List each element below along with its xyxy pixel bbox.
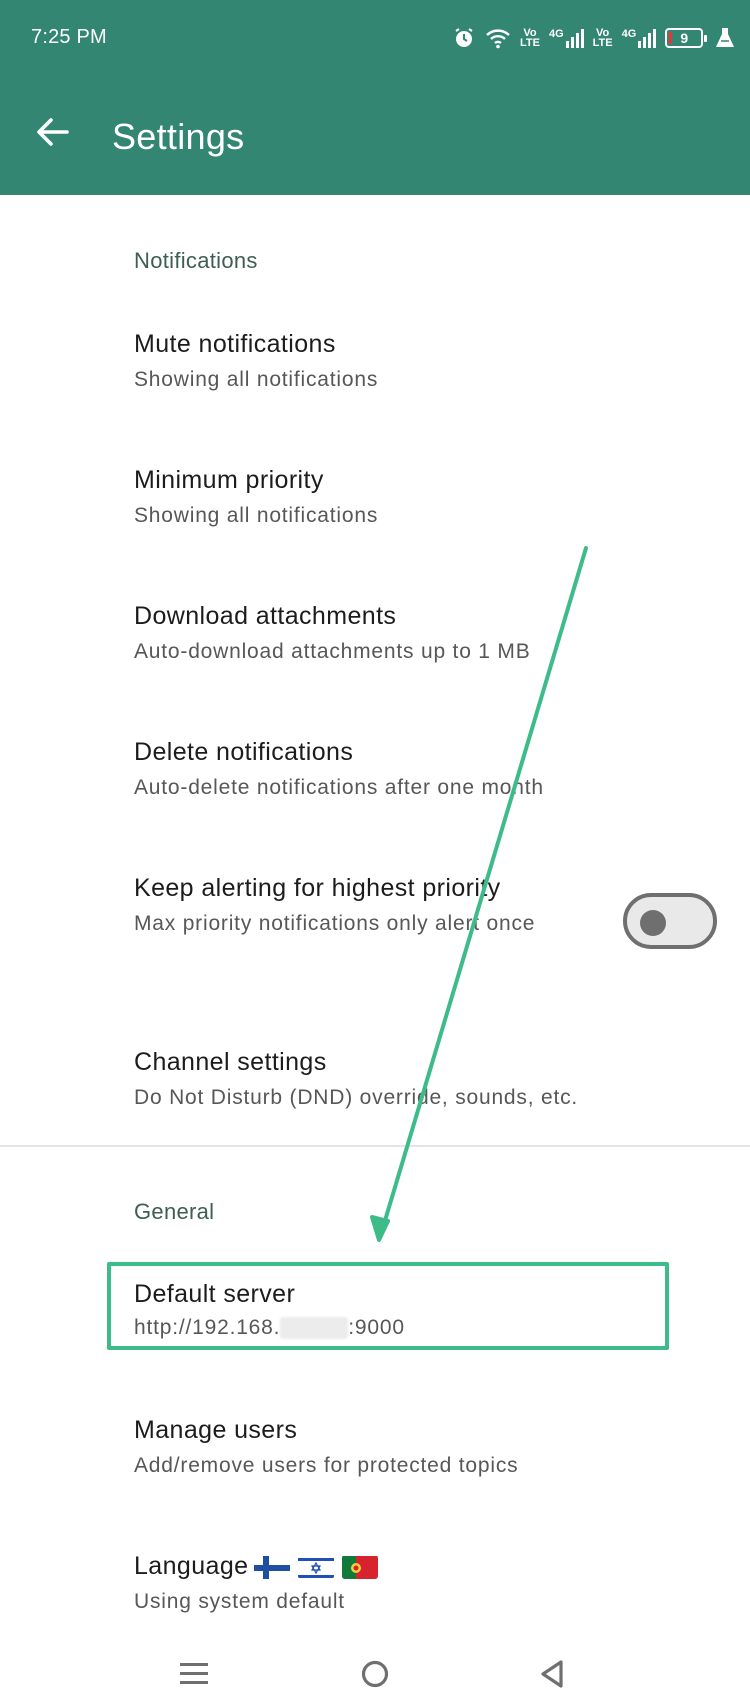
pref-delete-notifications[interactable]: Delete notifications Auto-delete notific… (134, 735, 694, 807)
back-triangle-icon[interactable] (530, 1652, 574, 1696)
pref-manage-users[interactable]: Manage users Add/remove users for protec… (134, 1413, 694, 1485)
home-icon[interactable] (353, 1652, 397, 1696)
pref-summary: Do Not Disturb (DND) override, sounds, e… (134, 1086, 579, 1109)
volte-icon: Vo LTE (592, 27, 613, 49)
pref-title: Channel settings (134, 1048, 327, 1076)
pref-summary: Max priority notifications only alert on… (134, 912, 536, 935)
arrow-left-icon (37, 118, 69, 146)
signal-icon: 4G (622, 28, 657, 48)
pref-title: Minimum priority (134, 466, 324, 494)
status-time: 7:25 PM (31, 26, 107, 48)
back-button[interactable] (30, 110, 74, 154)
pref-title: Download attachments (134, 602, 397, 630)
system-nav-bar (0, 1638, 750, 1708)
signal-icon: 4G (549, 28, 584, 48)
pref-title: Mute notifications (134, 330, 336, 358)
portugal-flag (342, 1555, 379, 1580)
alarm-icon (452, 26, 476, 50)
menu-icon[interactable] (172, 1652, 216, 1696)
section-header-general: General (134, 1199, 215, 1224)
section-header-notifications: Notifications (134, 248, 258, 273)
language-flags (254, 1555, 379, 1580)
pref-channel-settings[interactable]: Channel settings Do Not Disturb (DND) ov… (134, 1045, 694, 1117)
pref-summary: Auto-download attachments up to 1 MB (134, 640, 531, 663)
pref-mute-notifications[interactable]: Mute notifications Showing all notificat… (134, 327, 694, 399)
pref-title: Language (134, 1549, 694, 1583)
flask-icon (716, 27, 735, 49)
pref-summary: Add/remove users for protected topics (134, 1454, 519, 1477)
pref-title: Manage users (134, 1416, 298, 1444)
section-divider (0, 1145, 750, 1147)
pref-minimum-priority[interactable]: Minimum priority Showing all notificatio… (134, 463, 694, 535)
language-label: Language (134, 1552, 249, 1580)
pref-summary: Auto-delete notifications after one mont… (134, 776, 544, 799)
pref-summary: Showing all notifications (134, 368, 379, 391)
toggle-knob (640, 910, 666, 936)
pref-keep-alerting[interactable]: Keep alerting for highest priority Max p… (134, 871, 564, 943)
keep-alerting-toggle[interactable] (623, 893, 717, 949)
pref-title: Keep alerting for highest priority (134, 874, 501, 902)
pref-summary: Showing all notifications (134, 504, 379, 527)
battery-icon: 9 (665, 28, 708, 48)
pref-summary: Using system default (134, 1590, 345, 1613)
wifi-icon (485, 27, 511, 49)
app-bar: 7:25 PM Vo LTE 4G Vo LTE 4G 9 Settings (0, 0, 750, 195)
pref-title: Delete notifications (134, 738, 354, 766)
page-title: Settings (112, 116, 245, 157)
pref-language[interactable]: Language Using system default (134, 1549, 694, 1621)
status-icons: Vo LTE 4G Vo LTE 4G 9 (452, 24, 735, 52)
israel-flag (298, 1555, 335, 1580)
volte-icon: Vo LTE (520, 27, 540, 49)
pref-download-attachments[interactable]: Download attachments Auto-download attac… (134, 599, 694, 671)
finland-flag (254, 1555, 291, 1580)
highlight-annotation-box (107, 1262, 669, 1350)
